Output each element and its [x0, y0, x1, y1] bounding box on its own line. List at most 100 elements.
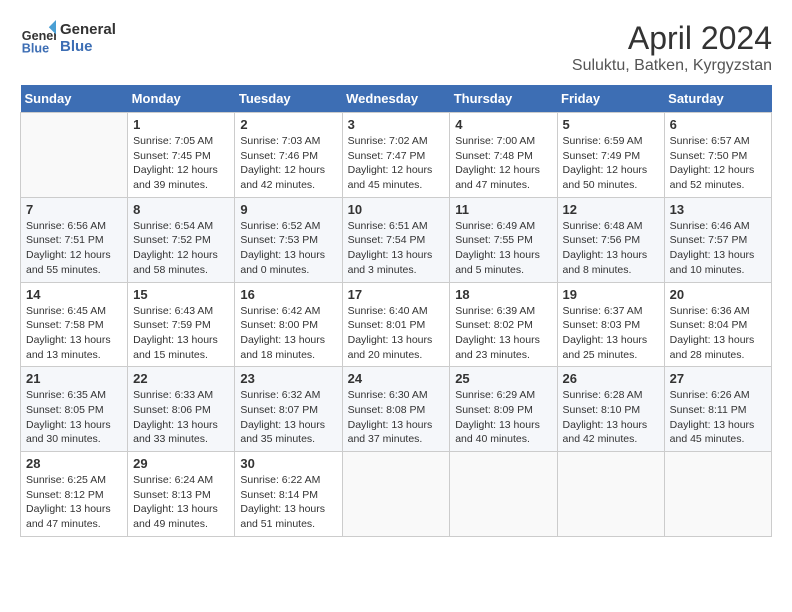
- daylight-text: Daylight: 13 hours and 8 minutes.: [563, 249, 648, 276]
- weekday-header-tuesday: Tuesday: [235, 85, 342, 113]
- calendar-cell: 22 Sunrise: 6:33 AM Sunset: 8:06 PM Dayl…: [128, 367, 235, 452]
- day-number: 10: [348, 202, 445, 217]
- day-info: Sunrise: 7:03 AM Sunset: 7:46 PM Dayligh…: [240, 134, 336, 193]
- sunset-text: Sunset: 8:09 PM: [455, 404, 533, 416]
- sunrise-text: Sunrise: 6:40 AM: [348, 305, 428, 317]
- calendar-cell: 26 Sunrise: 6:28 AM Sunset: 8:10 PM Dayl…: [557, 367, 664, 452]
- day-number: 5: [563, 117, 659, 132]
- daylight-text: Daylight: 12 hours and 50 minutes.: [563, 164, 648, 191]
- calendar-cell: 28 Sunrise: 6:25 AM Sunset: 8:12 PM Dayl…: [21, 452, 128, 537]
- sunrise-text: Sunrise: 6:37 AM: [563, 305, 643, 317]
- week-row-4: 21 Sunrise: 6:35 AM Sunset: 8:05 PM Dayl…: [21, 367, 772, 452]
- calendar-cell: 1 Sunrise: 7:05 AM Sunset: 7:45 PM Dayli…: [128, 113, 235, 198]
- day-number: 27: [670, 371, 766, 386]
- weekday-header-saturday: Saturday: [664, 85, 771, 113]
- sunset-text: Sunset: 7:53 PM: [240, 234, 318, 246]
- day-number: 7: [26, 202, 122, 217]
- calendar-cell: 17 Sunrise: 6:40 AM Sunset: 8:01 PM Dayl…: [342, 282, 450, 367]
- daylight-text: Daylight: 13 hours and 3 minutes.: [348, 249, 433, 276]
- calendar-cell: [21, 113, 128, 198]
- daylight-text: Daylight: 13 hours and 13 minutes.: [26, 334, 111, 361]
- day-number: 29: [133, 456, 229, 471]
- sunset-text: Sunset: 7:58 PM: [26, 319, 104, 331]
- day-info: Sunrise: 6:40 AM Sunset: 8:01 PM Dayligh…: [348, 304, 445, 363]
- sunrise-text: Sunrise: 6:36 AM: [670, 305, 750, 317]
- day-number: 2: [240, 117, 336, 132]
- sunrise-text: Sunrise: 6:32 AM: [240, 389, 320, 401]
- daylight-text: Daylight: 13 hours and 5 minutes.: [455, 249, 540, 276]
- daylight-text: Daylight: 13 hours and 45 minutes.: [670, 419, 755, 446]
- sunset-text: Sunset: 8:04 PM: [670, 319, 748, 331]
- weekday-header-sunday: Sunday: [21, 85, 128, 113]
- day-info: Sunrise: 7:00 AM Sunset: 7:48 PM Dayligh…: [455, 134, 551, 193]
- title-block: April 2024 Suluktu, Batken, Kyrgyzstan: [572, 20, 772, 75]
- day-info: Sunrise: 6:57 AM Sunset: 7:50 PM Dayligh…: [670, 134, 766, 193]
- sunset-text: Sunset: 7:56 PM: [563, 234, 641, 246]
- daylight-text: Daylight: 13 hours and 28 minutes.: [670, 334, 755, 361]
- calendar-cell: 5 Sunrise: 6:59 AM Sunset: 7:49 PM Dayli…: [557, 113, 664, 198]
- calendar-cell: 24 Sunrise: 6:30 AM Sunset: 8:08 PM Dayl…: [342, 367, 450, 452]
- day-number: 14: [26, 287, 122, 302]
- daylight-text: Daylight: 13 hours and 18 minutes.: [240, 334, 325, 361]
- sunset-text: Sunset: 7:51 PM: [26, 234, 104, 246]
- weekday-header-monday: Monday: [128, 85, 235, 113]
- sunset-text: Sunset: 7:49 PM: [563, 150, 641, 162]
- calendar-cell: 10 Sunrise: 6:51 AM Sunset: 7:54 PM Dayl…: [342, 197, 450, 282]
- calendar-cell: 23 Sunrise: 6:32 AM Sunset: 8:07 PM Dayl…: [235, 367, 342, 452]
- location-title: Suluktu, Batken, Kyrgyzstan: [572, 57, 772, 75]
- daylight-text: Daylight: 13 hours and 0 minutes.: [240, 249, 325, 276]
- sunset-text: Sunset: 7:48 PM: [455, 150, 533, 162]
- logo: General Blue General Blue: [20, 20, 116, 56]
- day-number: 12: [563, 202, 659, 217]
- weekday-header-friday: Friday: [557, 85, 664, 113]
- calendar-cell: 29 Sunrise: 6:24 AM Sunset: 8:13 PM Dayl…: [128, 452, 235, 537]
- sunrise-text: Sunrise: 6:39 AM: [455, 305, 535, 317]
- sunset-text: Sunset: 8:14 PM: [240, 489, 318, 501]
- day-info: Sunrise: 6:29 AM Sunset: 8:09 PM Dayligh…: [455, 388, 551, 447]
- day-info: Sunrise: 6:46 AM Sunset: 7:57 PM Dayligh…: [670, 219, 766, 278]
- day-info: Sunrise: 6:37 AM Sunset: 8:03 PM Dayligh…: [563, 304, 659, 363]
- day-number: 17: [348, 287, 445, 302]
- calendar-cell: 16 Sunrise: 6:42 AM Sunset: 8:00 PM Dayl…: [235, 282, 342, 367]
- sunrise-text: Sunrise: 6:48 AM: [563, 220, 643, 232]
- week-row-1: 1 Sunrise: 7:05 AM Sunset: 7:45 PM Dayli…: [21, 113, 772, 198]
- sunset-text: Sunset: 8:03 PM: [563, 319, 641, 331]
- weekday-header-row: SundayMondayTuesdayWednesdayThursdayFrid…: [21, 85, 772, 113]
- calendar-cell: 12 Sunrise: 6:48 AM Sunset: 7:56 PM Dayl…: [557, 197, 664, 282]
- sunrise-text: Sunrise: 6:25 AM: [26, 474, 106, 486]
- calendar-cell: 20 Sunrise: 6:36 AM Sunset: 8:04 PM Dayl…: [664, 282, 771, 367]
- daylight-text: Daylight: 13 hours and 40 minutes.: [455, 419, 540, 446]
- day-number: 13: [670, 202, 766, 217]
- calendar-cell: 25 Sunrise: 6:29 AM Sunset: 8:09 PM Dayl…: [450, 367, 557, 452]
- calendar-cell: [450, 452, 557, 537]
- sunset-text: Sunset: 8:13 PM: [133, 489, 211, 501]
- day-info: Sunrise: 6:49 AM Sunset: 7:55 PM Dayligh…: [455, 219, 551, 278]
- day-number: 26: [563, 371, 659, 386]
- day-number: 19: [563, 287, 659, 302]
- daylight-text: Daylight: 13 hours and 15 minutes.: [133, 334, 218, 361]
- daylight-text: Daylight: 12 hours and 58 minutes.: [133, 249, 218, 276]
- calendar-cell: 4 Sunrise: 7:00 AM Sunset: 7:48 PM Dayli…: [450, 113, 557, 198]
- sunrise-text: Sunrise: 6:49 AM: [455, 220, 535, 232]
- daylight-text: Daylight: 13 hours and 37 minutes.: [348, 419, 433, 446]
- sunset-text: Sunset: 7:55 PM: [455, 234, 533, 246]
- day-number: 18: [455, 287, 551, 302]
- sunset-text: Sunset: 8:00 PM: [240, 319, 318, 331]
- sunset-text: Sunset: 7:50 PM: [670, 150, 748, 162]
- sunrise-text: Sunrise: 6:57 AM: [670, 135, 750, 147]
- sunset-text: Sunset: 8:08 PM: [348, 404, 426, 416]
- calendar-cell: [342, 452, 450, 537]
- day-number: 4: [455, 117, 551, 132]
- daylight-text: Daylight: 13 hours and 42 minutes.: [563, 419, 648, 446]
- daylight-text: Daylight: 12 hours and 42 minutes.: [240, 164, 325, 191]
- weekday-header-wednesday: Wednesday: [342, 85, 450, 113]
- day-number: 15: [133, 287, 229, 302]
- day-info: Sunrise: 6:43 AM Sunset: 7:59 PM Dayligh…: [133, 304, 229, 363]
- calendar-cell: 27 Sunrise: 6:26 AM Sunset: 8:11 PM Dayl…: [664, 367, 771, 452]
- calendar-cell: 30 Sunrise: 6:22 AM Sunset: 8:14 PM Dayl…: [235, 452, 342, 537]
- day-info: Sunrise: 6:54 AM Sunset: 7:52 PM Dayligh…: [133, 219, 229, 278]
- sunrise-text: Sunrise: 6:30 AM: [348, 389, 428, 401]
- sunrise-text: Sunrise: 6:35 AM: [26, 389, 106, 401]
- daylight-text: Daylight: 13 hours and 49 minutes.: [133, 503, 218, 530]
- calendar-cell: [557, 452, 664, 537]
